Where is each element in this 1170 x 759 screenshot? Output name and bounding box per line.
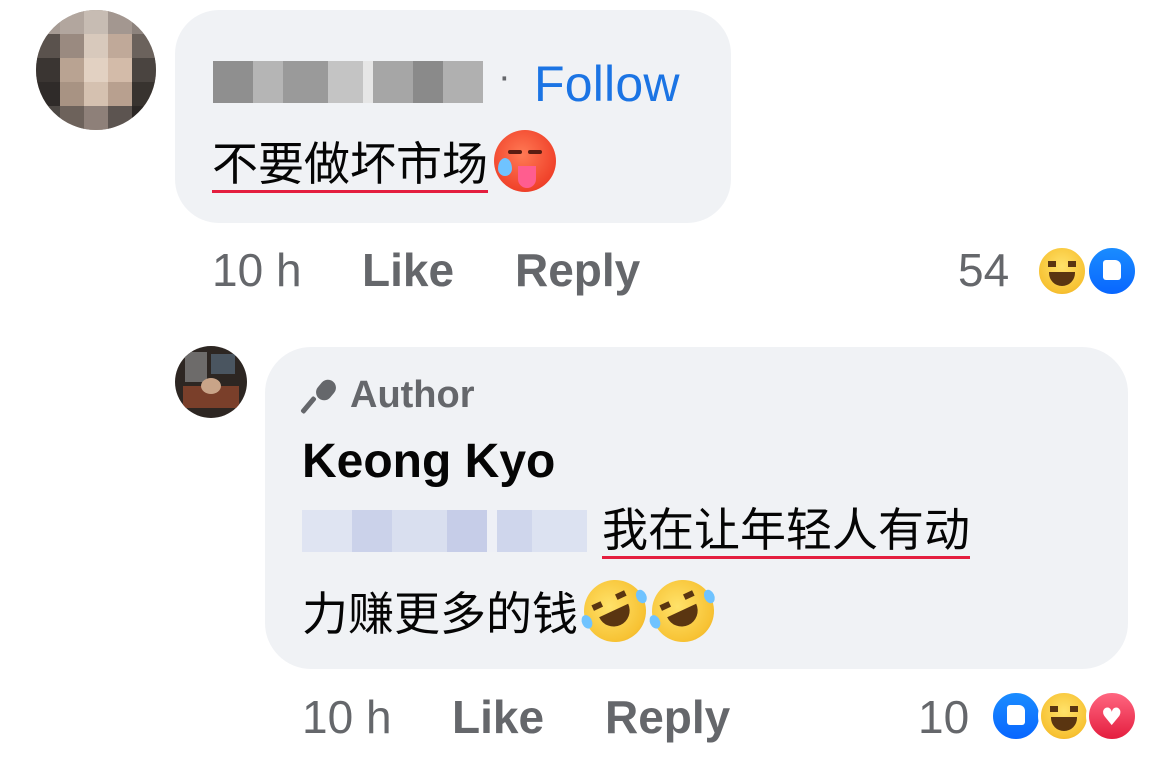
comment-body: 不要做坏市场 [212, 137, 488, 191]
like-button[interactable]: Like [362, 243, 454, 297]
comment-text: 不要做坏市场 [212, 130, 556, 194]
reaction-count[interactable]: 54 [958, 243, 1009, 297]
rofl-emoji [573, 569, 657, 653]
reply-reply-button[interactable]: Reply [605, 690, 730, 744]
reply-text-line2: 力赚更多的钱 [302, 569, 725, 653]
hot-face-emoji [494, 130, 556, 192]
reply-timestamp[interactable]: 10 h [302, 690, 392, 744]
comment-timestamp[interactable]: 10 h [212, 243, 302, 297]
reply-text-line1: 我在让年轻人有动 [602, 503, 970, 557]
author-avatar[interactable] [175, 346, 247, 418]
haha-reaction-icon[interactable] [1036, 245, 1088, 297]
commenter-avatar[interactable] [36, 10, 156, 130]
like-reaction-icon[interactable] [990, 690, 1042, 742]
microphone-icon [302, 377, 340, 415]
rofl-emoji [641, 569, 725, 653]
love-reaction-icon[interactable]: ♥ [1086, 690, 1138, 742]
reply-reaction-count[interactable]: 10 [918, 690, 969, 744]
follow-separator: · [498, 56, 511, 98]
author-badge: Author [302, 374, 475, 417]
mention-tag-blurred[interactable] [302, 510, 587, 552]
like-reaction-icon[interactable] [1086, 245, 1138, 297]
reply-like-button[interactable]: Like [452, 690, 544, 744]
author-badge-label: Author [350, 374, 475, 416]
reply-author-name[interactable]: Keong Kyo [302, 434, 555, 489]
follow-button[interactable]: Follow [534, 55, 680, 113]
reply-button[interactable]: Reply [515, 243, 640, 297]
commenter-name-blurred[interactable] [213, 61, 483, 103]
haha-reaction-icon[interactable] [1038, 690, 1090, 742]
